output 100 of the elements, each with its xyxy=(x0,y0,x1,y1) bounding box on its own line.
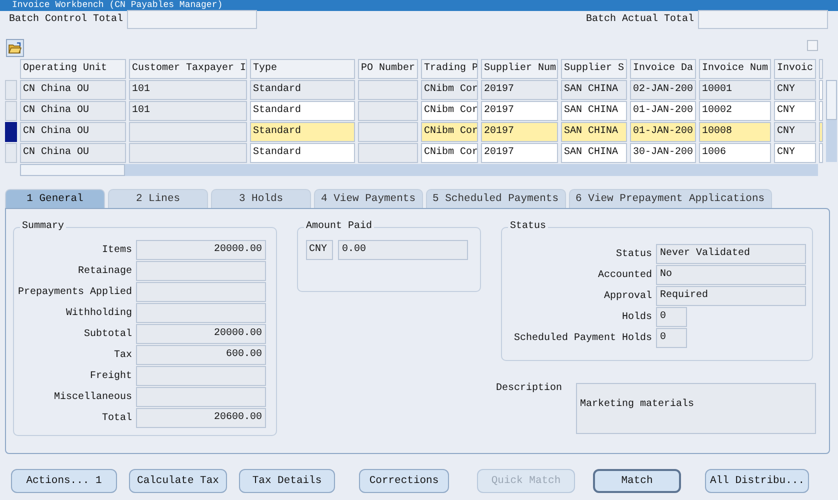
status-field[interactable]: 0 xyxy=(656,307,687,327)
field-label: Withholding xyxy=(66,308,132,318)
column-header[interactable]: Invoice Da xyxy=(630,59,696,79)
table-cell[interactable]: 01-JAN-200 xyxy=(630,101,696,121)
field-label: Batch Actual Total xyxy=(586,14,694,25)
table-cell[interactable]: 101 xyxy=(129,101,247,121)
checkbox[interactable] xyxy=(807,40,818,50)
table-cell[interactable]: 20197 xyxy=(481,101,558,121)
table-cell[interactable]: 1006 xyxy=(699,143,771,163)
status-field[interactable]: 0 xyxy=(656,328,687,348)
table-cell[interactable]: CNY xyxy=(774,122,816,142)
table-cell[interactable]: CNibm Cor xyxy=(421,122,478,142)
folder-button[interactable] xyxy=(6,39,24,57)
batch-actual-total-field[interactable] xyxy=(698,10,828,29)
action-button[interactable]: All Distribu... xyxy=(705,469,809,493)
column-header[interactable]: Supplier Num xyxy=(481,59,558,79)
column-header[interactable]: Operating Unit xyxy=(20,59,126,79)
table-cell[interactable] xyxy=(358,122,418,142)
tab[interactable]: 3 Holds xyxy=(211,189,311,208)
table-cell[interactable]: SAN CHINA xyxy=(561,101,627,121)
table-cell[interactable]: 10001 xyxy=(699,80,771,100)
amount-field[interactable] xyxy=(136,366,266,386)
amount-field[interactable]: 20000.00 xyxy=(136,324,266,344)
amount-field[interactable]: 0.00 xyxy=(338,240,468,260)
table-cell[interactable]: 20197 xyxy=(481,122,558,142)
table-cell[interactable]: CNibm Cor xyxy=(421,101,478,121)
table-cell[interactable]: Standard xyxy=(250,101,355,121)
table-cell[interactable] xyxy=(358,101,418,121)
scrollbar-thumb[interactable] xyxy=(826,80,837,120)
vertical-scrollbar[interactable] xyxy=(826,80,837,162)
table-cell[interactable]: 10002 xyxy=(699,101,771,121)
column-header[interactable]: Customer Taxpayer I xyxy=(129,59,247,79)
field-label: Tax xyxy=(114,350,132,360)
tab[interactable]: 2 Lines xyxy=(108,189,208,208)
column-header[interactable]: Invoic xyxy=(774,59,816,79)
amount-field[interactable] xyxy=(136,282,266,302)
table-cell[interactable]: SAN CHINA xyxy=(561,122,627,142)
table-cell[interactable] xyxy=(358,143,418,163)
table-cell[interactable]: CNibm Cor xyxy=(421,80,478,100)
tab[interactable]: 6 View Prepayment Applications xyxy=(568,189,772,208)
table-cell[interactable]: 101 xyxy=(129,80,247,100)
field-label: Items xyxy=(102,244,132,256)
amount-field[interactable] xyxy=(136,387,266,407)
currency-field[interactable]: CNY xyxy=(306,240,333,260)
horizontal-scrollbar[interactable] xyxy=(20,164,818,176)
table-cell[interactable]: CNY xyxy=(774,143,816,163)
amount-field[interactable] xyxy=(136,303,266,323)
batch-control-total-field[interactable] xyxy=(127,10,258,29)
amount-field[interactable]: 20000.00 xyxy=(136,240,266,260)
field-label: Approval xyxy=(602,290,652,302)
action-button[interactable]: Corrections xyxy=(359,469,449,493)
table-cell[interactable]: CN China OU xyxy=(20,80,126,100)
frame-title: Summary xyxy=(20,221,66,233)
field-label: Retainage xyxy=(78,266,132,276)
action-button[interactable]: Tax Details xyxy=(239,469,335,493)
field-label: Status xyxy=(614,248,652,260)
status-field[interactable]: No xyxy=(656,265,806,285)
status-field[interactable]: Required xyxy=(656,286,806,306)
column-header[interactable]: Type xyxy=(250,59,355,79)
table-cell[interactable]: 20197 xyxy=(481,80,558,100)
action-button[interactable]: Actions... 1 xyxy=(11,469,117,493)
column-header[interactable]: PO Number xyxy=(358,59,418,79)
action-button[interactable]: Match xyxy=(593,469,681,493)
table-cell[interactable]: CN China OU xyxy=(20,122,126,142)
table-cell[interactable] xyxy=(129,143,247,163)
field-label: Holds xyxy=(620,312,652,322)
table-cell[interactable] xyxy=(129,122,247,142)
table-cell[interactable]: CNY xyxy=(774,101,816,121)
tab[interactable]: 4 View Payments xyxy=(314,189,423,208)
table-cell[interactable]: CNibm Cor xyxy=(421,143,478,163)
field-label: Scheduled Payment Holds xyxy=(512,332,652,344)
field-label: Freight xyxy=(90,370,132,382)
table-cell[interactable]: SAN CHINA xyxy=(561,80,627,100)
table-cell[interactable]: CN China OU xyxy=(20,143,126,163)
amount-field[interactable]: 20600.00 xyxy=(136,408,266,428)
table-cell[interactable]: 20197 xyxy=(481,143,558,163)
table-cell[interactable]: Standard xyxy=(250,122,355,142)
table-cell[interactable]: 10008 xyxy=(699,122,771,142)
column-header[interactable]: Supplier S xyxy=(561,59,627,79)
table-cell[interactable]: SAN CHINA xyxy=(561,143,627,163)
field-label: Total xyxy=(102,412,132,424)
table-cell[interactable] xyxy=(358,80,418,100)
table-cell[interactable]: CNY xyxy=(774,80,816,100)
field-label: Subtotal xyxy=(84,328,132,340)
amount-field[interactable]: 600.00 xyxy=(136,345,266,365)
table-cell[interactable]: 02-JAN-200 xyxy=(630,80,696,100)
amount-field[interactable] xyxy=(136,261,266,281)
action-button[interactable]: Calculate Tax xyxy=(129,469,227,493)
status-field[interactable]: Never Validated xyxy=(656,244,806,264)
table-cell[interactable]: 30-JAN-200 xyxy=(630,143,696,163)
description-field[interactable]: Marketing materials xyxy=(576,383,816,434)
scrollbar-thumb[interactable] xyxy=(20,164,125,176)
table-cell[interactable]: CN China OU xyxy=(20,101,126,121)
table-cell[interactable]: Standard xyxy=(250,80,355,100)
table-cell[interactable]: 01-JAN-200 xyxy=(630,122,696,142)
row-indicator[interactable] xyxy=(5,122,17,142)
tab[interactable]: 5 Scheduled Payments xyxy=(426,189,566,208)
tab[interactable]: 1 General xyxy=(5,189,105,208)
column-header[interactable]: Invoice Num xyxy=(699,59,771,79)
table-cell[interactable]: Standard xyxy=(250,143,355,163)
